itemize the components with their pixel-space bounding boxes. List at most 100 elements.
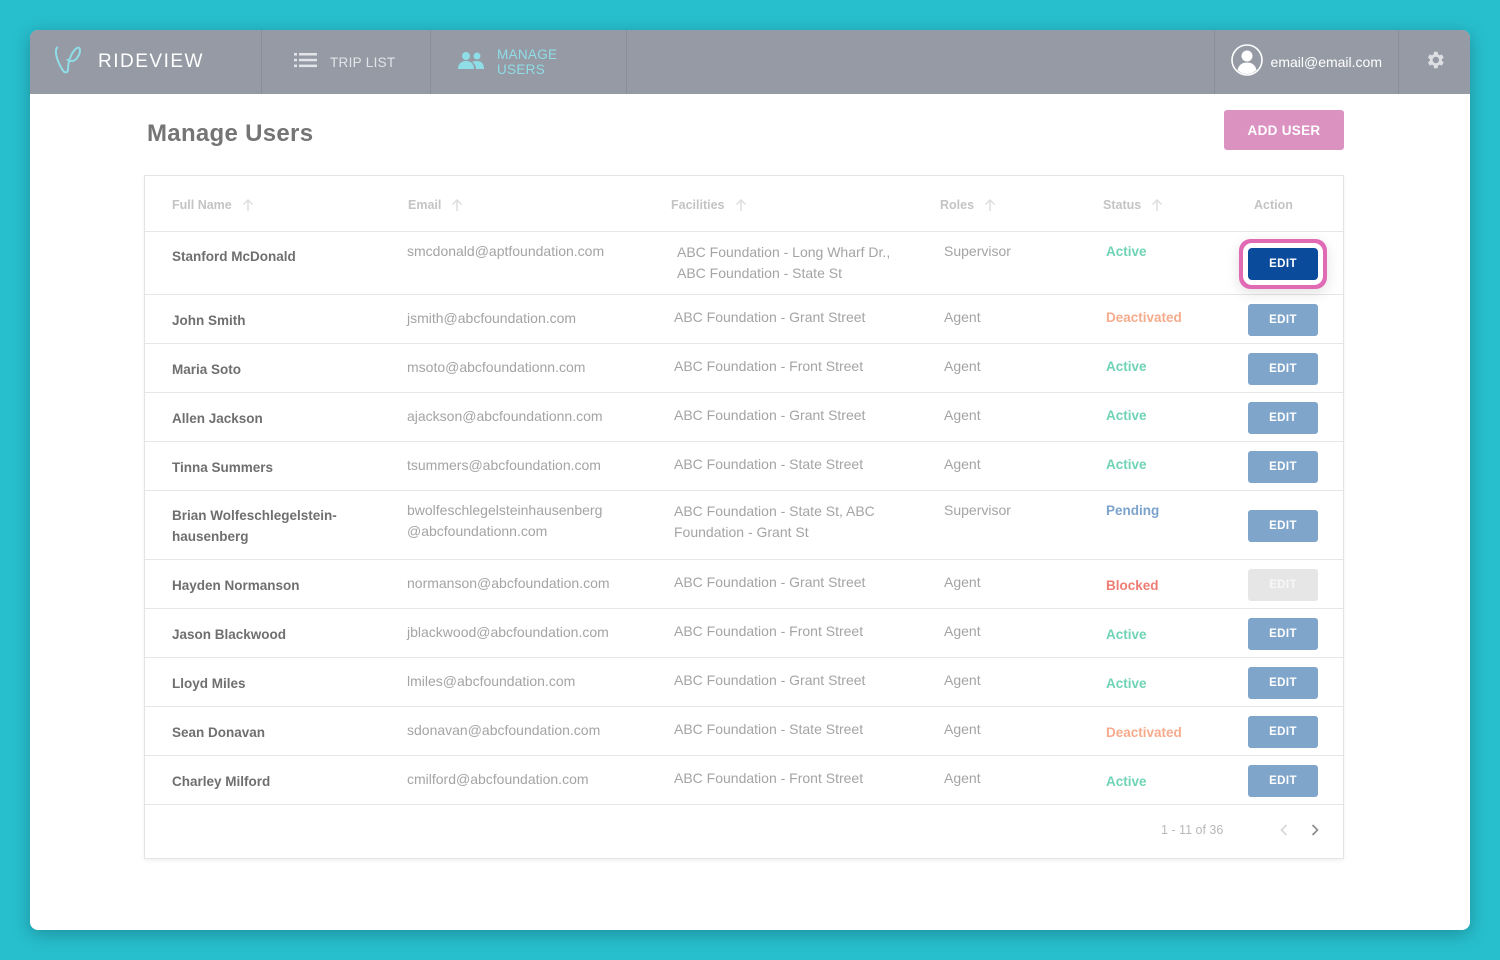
cell-email: cmilford@abcfoundation.com [407, 771, 589, 787]
cell-email: msoto@abcfoundationn.com [407, 359, 586, 375]
table-row: Sean Donavan sdonavan@abcfoundation.com AB… [145, 707, 1343, 756]
edit-user-button[interactable]: EDIT [1248, 617, 1318, 650]
cell-facilities: ABC Foundation - Front Street [674, 770, 864, 786]
cell-role: Agent [944, 672, 981, 688]
cell-full-name: Jason Blackwood [172, 627, 287, 642]
cell-facilities: ABC Foundation - Grant Street [674, 672, 866, 688]
edit-user-button: EDIT [1248, 568, 1318, 601]
cell-full-name: Lloyd Miles [172, 676, 246, 691]
cell-email: bwolfeschlegelsteinhausenberg @abcfounda… [407, 502, 603, 539]
column-header-email[interactable]: Email [408, 198, 463, 212]
column-header-label: Facilities [671, 198, 725, 212]
cell-email: tsummers@abcfoundation.com [407, 457, 601, 473]
cell-full-name: Maria Soto [172, 362, 242, 377]
user-account-menu[interactable]: email@email.com [1213, 30, 1399, 94]
cell-role: Agent [944, 770, 981, 786]
cell-role: Supervisor [944, 243, 1011, 259]
edit-user-button[interactable]: EDIT [1248, 715, 1318, 748]
cell-role: Agent [944, 358, 981, 374]
cell-status: Pending [1106, 503, 1160, 518]
cell-status: Active [1106, 676, 1147, 691]
column-header-full-name[interactable]: Full Name [172, 198, 254, 212]
avatar-icon [1230, 43, 1263, 81]
cell-full-name: Charley Milford [172, 774, 271, 789]
edit-user-button[interactable]: EDIT [1248, 303, 1318, 336]
cell-full-name: Brian Wolfeschlegelstein-hausenberg [172, 508, 337, 544]
cell-role: Supervisor [944, 502, 1011, 518]
edit-user-button[interactable]: EDIT [1248, 352, 1318, 385]
cell-email: smcdonald@aptfoundation.com [407, 243, 605, 259]
sort-arrow-up-icon[interactable] [242, 198, 254, 212]
sort-arrow-up-icon[interactable] [735, 198, 747, 212]
column-header-status[interactable]: Status [1103, 198, 1163, 212]
cell-full-name: Hayden Normanson [172, 578, 300, 593]
table-row: Charley Milford cmilford@abcfoundation.co… [145, 756, 1343, 805]
cell-facilities: ABC Foundation - Grant Street [674, 309, 866, 325]
cell-facilities: ABC Foundation - State Street [674, 456, 864, 472]
cell-status: Active [1106, 457, 1147, 472]
cell-email: lmiles@abcfoundation.com [407, 673, 576, 689]
table-body: Stanford McDonald smcdonald@aptfoundation… [145, 232, 1343, 805]
cell-facilities: ABC Foundation - Front Street [674, 623, 864, 639]
cell-email: ajackson@abcfoundationn.com [407, 408, 603, 424]
cell-role: Agent [944, 309, 981, 325]
gear-icon [1424, 49, 1446, 76]
column-header-roles[interactable]: Roles [940, 198, 996, 212]
cell-role: Agent [944, 623, 981, 639]
add-user-button[interactable]: ADD USER [1224, 110, 1344, 150]
table-row: John Smith jsmith@abcfoundation.com ABC Fo… [145, 295, 1343, 344]
pagination-range: 1 - 11 of 36 [1161, 823, 1224, 837]
cell-email: jsmith@abcfoundation.com [407, 310, 577, 326]
cell-status: Active [1106, 627, 1147, 642]
users-table: Full Name Email Facilities Roles Status Actio… [144, 175, 1344, 859]
brand[interactable]: RIDEVIEW [30, 30, 262, 94]
cell-status: Deactivated [1106, 725, 1182, 740]
previous-page-button[interactable] [1276, 821, 1292, 839]
cell-role: Agent [944, 456, 981, 472]
cell-email: jblackwood@abcfoundation.com [407, 624, 609, 640]
chevron-left-icon [1280, 824, 1288, 836]
cell-facilities: ABC Foundation - State St, ABC Foundatio… [674, 503, 875, 540]
cell-facilities: ABC Foundation - Grant Street [674, 407, 866, 423]
table-row: Stanford McDonald smcdonald@aptfoundation… [145, 232, 1343, 295]
next-page-button[interactable] [1307, 821, 1323, 839]
cell-status: Active [1106, 408, 1147, 423]
table-row: Tinna Summers tsummers@abcfoundation.com A… [145, 442, 1343, 491]
column-header-label: Email [408, 198, 442, 212]
table-footer: 1 - 11 of 36 [145, 803, 1343, 858]
brand-name: RIDEVIEW [98, 51, 204, 72]
cell-status: Deactivated [1106, 310, 1182, 325]
column-header-facilities[interactable]: Facilities [671, 198, 747, 212]
app-window: RIDEVIEW TRIP LIST MANAGE USERS email@em… [30, 30, 1470, 930]
page-title: Manage Users [147, 120, 314, 147]
user-email: email@email.com [1270, 54, 1382, 70]
table-row: Brian Wolfeschlegelstein-hausenberg bwolf… [145, 491, 1343, 560]
edit-user-button[interactable]: EDIT [1248, 764, 1318, 797]
cell-email: normanson@abcfoundation.com [407, 575, 610, 591]
sort-arrow-up-icon[interactable] [1151, 198, 1163, 212]
column-header-label: Status [1103, 198, 1142, 212]
edit-user-button[interactable]: EDIT [1248, 450, 1318, 483]
edit-user-button[interactable]: EDIT [1248, 247, 1318, 280]
cell-status: Active [1106, 359, 1147, 374]
cell-facilities: ABC Foundation - Grant Street [674, 574, 866, 590]
settings-button[interactable] [1399, 30, 1470, 94]
cell-status: Active [1106, 774, 1147, 789]
nav-trip-list[interactable]: TRIP LIST [262, 30, 431, 94]
nav-manage-users[interactable]: MANAGE USERS [431, 30, 627, 94]
edit-user-button[interactable]: EDIT [1248, 666, 1318, 699]
cell-facilities: ABC Foundation - State Street [674, 721, 864, 737]
cell-role: Agent [944, 721, 981, 737]
table-header: Full Name Email Facilities Roles Status Actio… [145, 176, 1343, 232]
cell-facilities: ABC Foundation - Long Wharf Dr., ABC Fou… [677, 244, 891, 281]
sort-arrow-up-icon[interactable] [451, 198, 463, 212]
edit-user-button[interactable]: EDIT [1248, 509, 1318, 542]
table-row: Jason Blackwood jblackwood@abcfoundation.… [145, 609, 1343, 658]
nav-trip-list-label: TRIP LIST [330, 54, 396, 70]
table-row: Maria Soto msoto@abcfoundationn.com ABC Fo… [145, 344, 1343, 393]
edit-user-button[interactable]: EDIT [1248, 401, 1318, 434]
top-navigation-bar: RIDEVIEW TRIP LIST MANAGE USERS email@em… [30, 30, 1470, 94]
cell-full-name: Sean Donavan [172, 725, 266, 740]
column-header-label: Full Name [172, 198, 232, 212]
sort-arrow-up-icon[interactable] [984, 198, 996, 212]
